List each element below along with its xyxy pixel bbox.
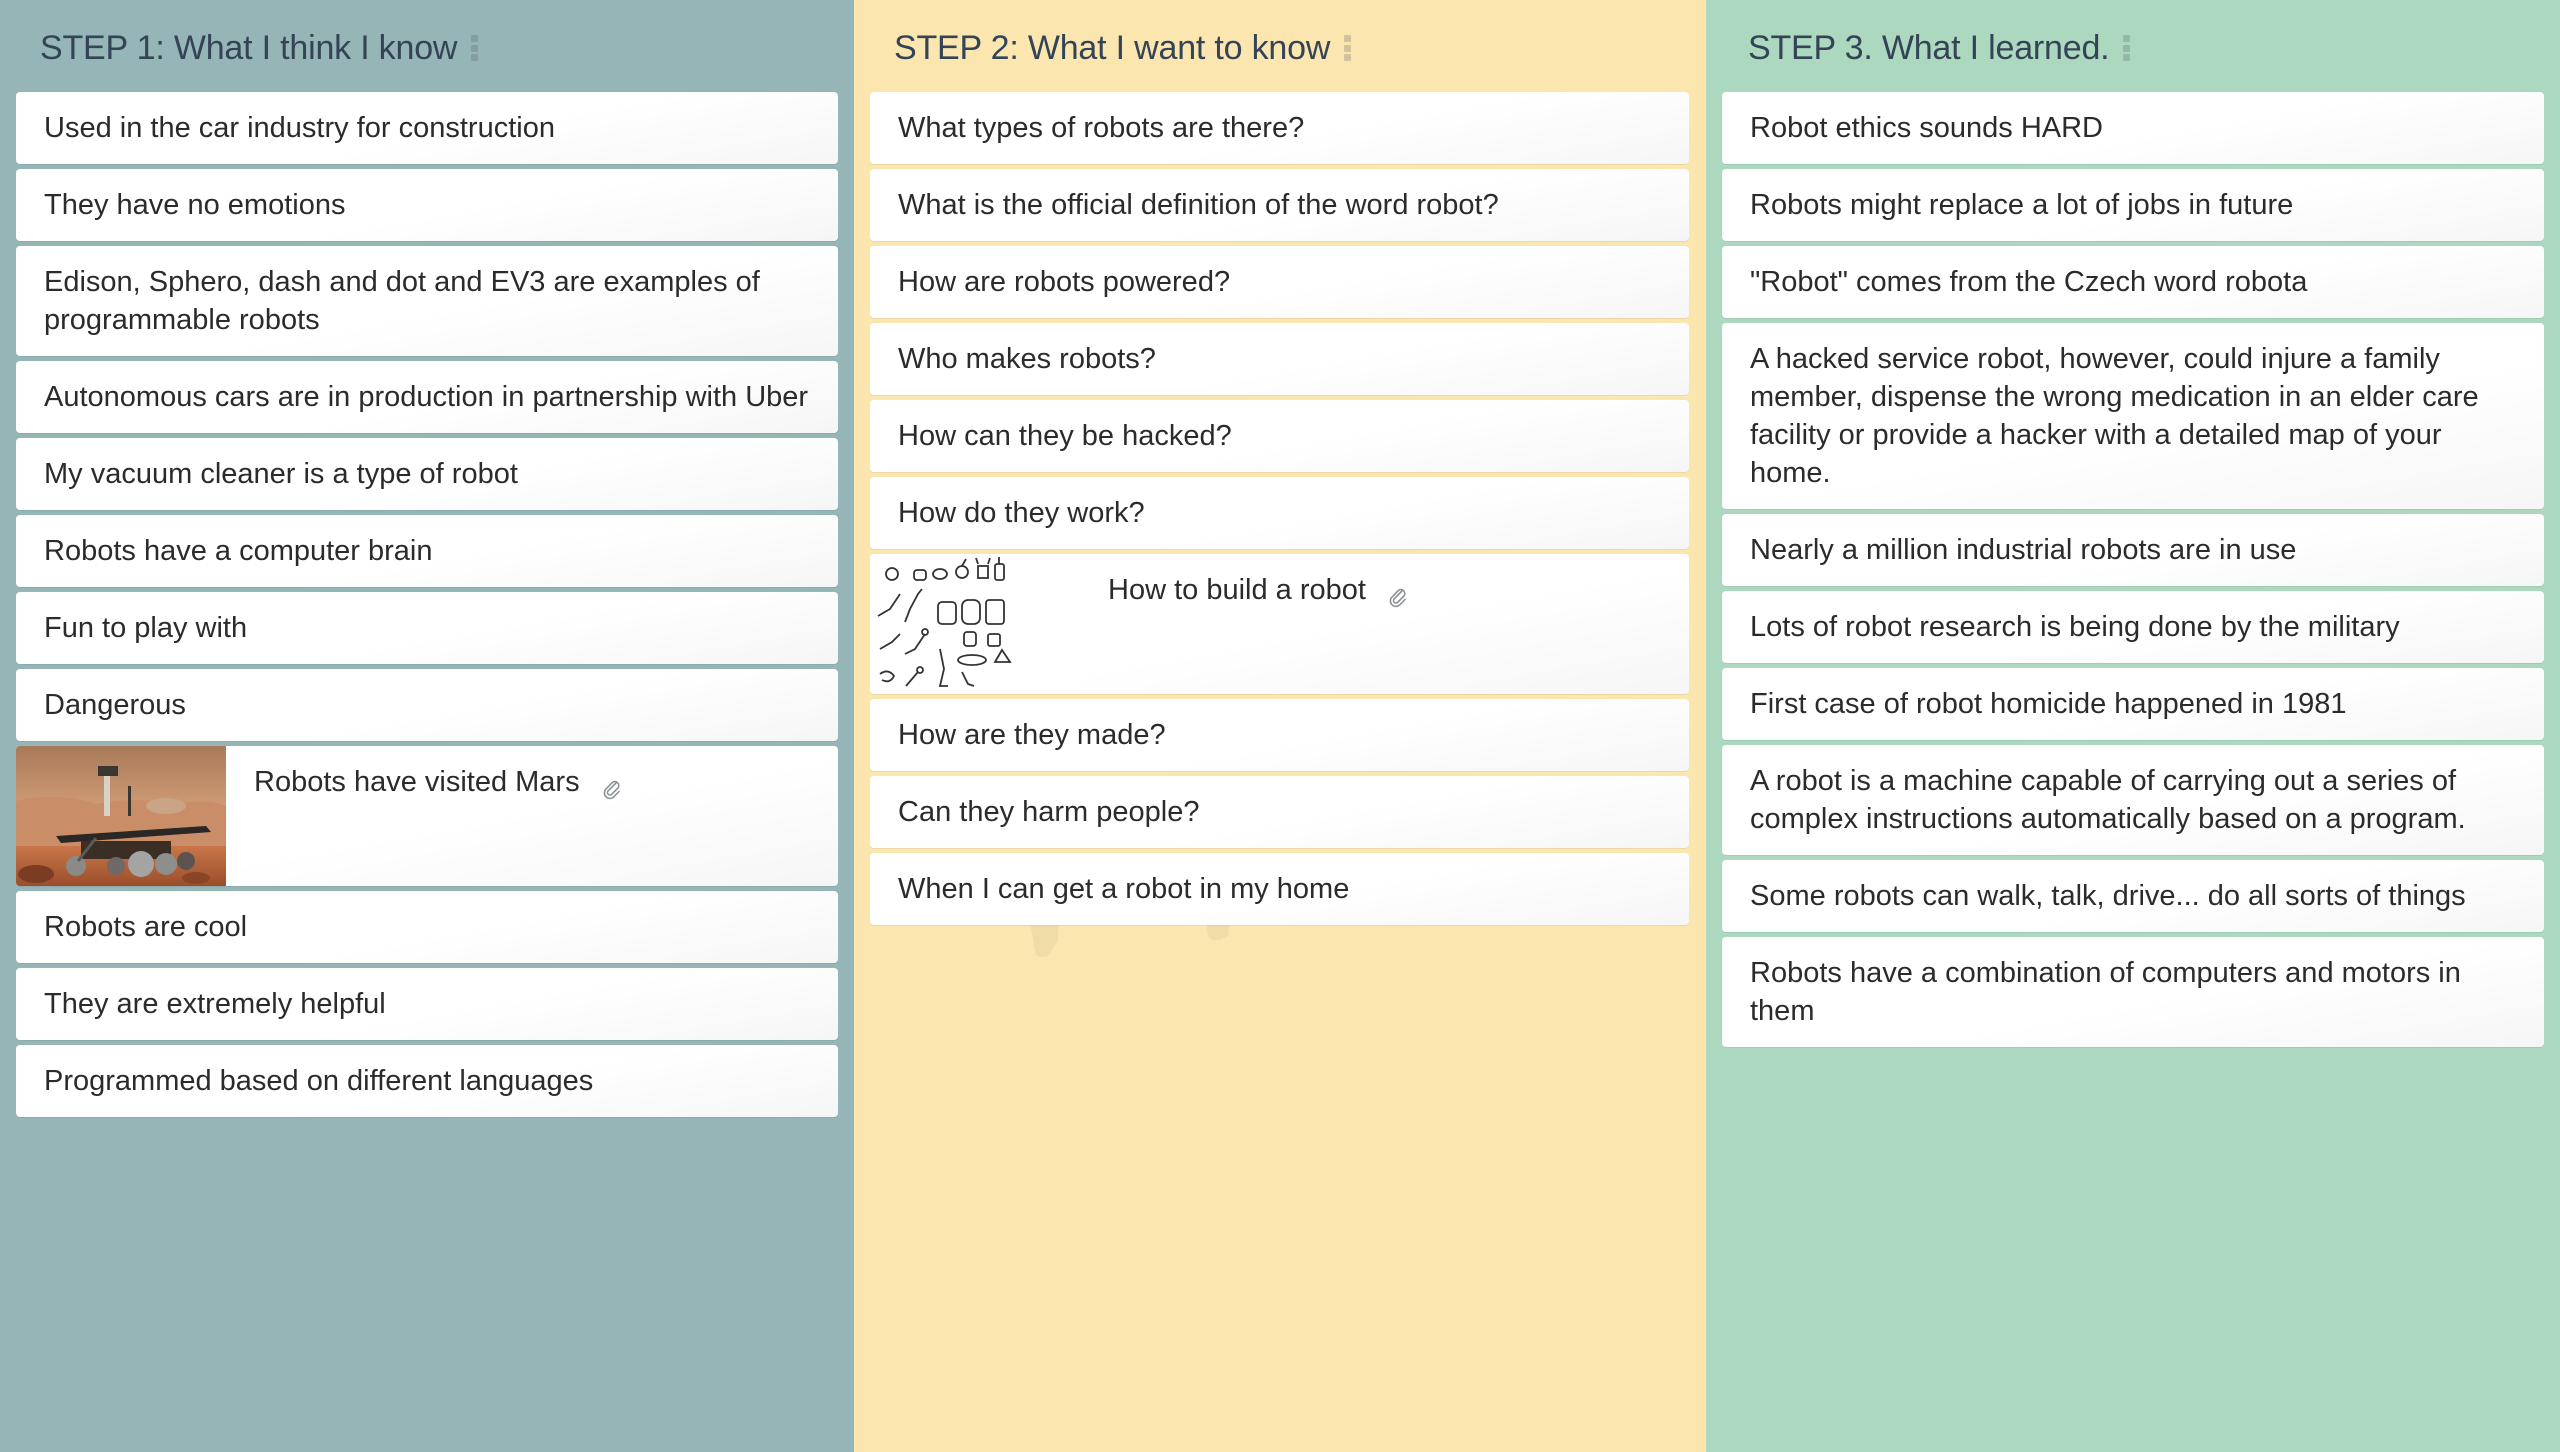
column-title[interactable]: STEP 2: What I want to know [894,29,1330,68]
post-text: What types of robots are there? [898,112,1305,144]
post-card[interactable]: What types of robots are there? [870,92,1689,164]
post-card[interactable]: How do they work? [870,477,1689,549]
post-text: How are robots powered? [898,266,1231,298]
post-text: Dangerous [44,689,186,721]
post-text: What is the official definition of the w… [898,189,1499,221]
column-header: STEP 3. What I learned. [1748,24,2131,72]
post-card[interactable]: Can they harm people? [870,776,1689,848]
post-card[interactable]: They have no emotions [16,169,838,241]
post-card[interactable]: Used in the car industry for constructio… [16,92,838,164]
card-list: Robot ethics sounds HARD Robots might re… [1722,92,2544,1047]
post-text: Robots have a combination of computers a… [1750,957,2461,1027]
post-text: Edison, Sphero, dash and dot and EV3 are… [44,266,760,336]
post-card[interactable]: My vacuum cleaner is a type of robot [16,438,838,510]
post-text: Who makes robots? [898,343,1156,375]
post-card[interactable]: First case of robot homicide happened in… [1722,668,2544,740]
post-card[interactable]: Some robots can walk, talk, drive... do … [1722,860,2544,932]
column-step-3: STEP 3. What I learned. Robot ethics sou… [1706,0,2560,1452]
robot-sketches-thumbnail[interactable] [870,554,1080,694]
post-text: Nearly a million industrial robots are i… [1750,534,2297,566]
post-text: Some robots can walk, talk, drive... do … [1750,880,2466,912]
column-title[interactable]: STEP 1: What I think I know [40,29,457,68]
paperclip-icon[interactable] [1386,581,1410,608]
post-card[interactable]: How can they be hacked? [870,400,1689,472]
column-step-1: STEP 1: What I think I know Used in the … [0,0,854,1452]
post-text: How are they made? [898,719,1166,751]
post-card-with-attachment[interactable]: How to build a robot [870,554,1689,694]
post-text: How to build a robot [1108,574,1366,606]
padlet-board: STEP 1: What I think I know Used in the … [0,0,2560,1452]
post-card[interactable]: A robot is a machine capable of carrying… [1722,745,2544,855]
vertical-dots-icon[interactable] [1344,35,1352,61]
post-card[interactable]: Who makes robots? [870,323,1689,395]
post-text: Fun to play with [44,612,248,644]
post-text: "Robot" comes from the Czech word robota [1750,266,2308,298]
column-header: STEP 1: What I think I know [40,24,479,72]
post-card[interactable]: Fun to play with [16,592,838,664]
post-card[interactable]: How are robots powered? [870,246,1689,318]
post-text: Programmed based on different languages [44,1065,594,1097]
post-text: A hacked service robot, however, could i… [1750,343,2479,489]
post-card[interactable]: Edison, Sphero, dash and dot and EV3 are… [16,246,838,356]
post-text: Can they harm people? [898,796,1200,828]
vertical-dots-icon[interactable] [471,35,479,61]
post-text: How do they work? [898,497,1145,529]
column-header: STEP 2: What I want to know [894,24,1352,72]
post-card[interactable]: How are they made? [870,699,1689,771]
post-card[interactable]: Robots have a computer brain [16,515,838,587]
post-text: Lots of robot research is being done by … [1750,611,2400,643]
post-text: Used in the car industry for constructio… [44,112,555,144]
column-step-2: STEP 2: What I want to know What types o… [854,0,1706,1452]
card-list: Used in the car industry for constructio… [16,92,838,1117]
post-card[interactable]: Dangerous [16,669,838,741]
post-card[interactable]: Robots are cool [16,891,838,963]
post-card[interactable]: Nearly a million industrial robots are i… [1722,514,2544,586]
post-text: Robots have visited Mars [254,766,580,798]
post-text: They are extremely helpful [44,988,386,1020]
post-card[interactable]: Programmed based on different languages [16,1045,838,1117]
post-text: Autonomous cars are in production in par… [44,381,809,413]
post-card[interactable]: Autonomous cars are in production in par… [16,361,838,433]
card-list: What types of robots are there? What is … [870,92,1689,925]
post-card[interactable]: They are extremely helpful [16,968,838,1040]
post-text: Robots have a computer brain [44,535,433,567]
column-title[interactable]: STEP 3. What I learned. [1748,29,2110,68]
post-card-with-attachment[interactable]: Robots have visited Mars [16,746,838,886]
mars-rover-thumbnail[interactable] [16,746,226,886]
post-text: Robot ethics sounds HARD [1750,112,2103,144]
paperclip-icon[interactable] [600,773,624,800]
vertical-dots-icon[interactable] [2123,35,2131,61]
post-card[interactable]: Robot ethics sounds HARD [1722,92,2544,164]
post-text: First case of robot homicide happened in… [1750,688,2347,720]
post-text: My vacuum cleaner is a type of robot [44,458,518,490]
post-card[interactable]: When I can get a robot in my home [870,853,1689,925]
post-text: When I can get a robot in my home [898,873,1350,905]
post-card[interactable]: Lots of robot research is being done by … [1722,591,2544,663]
post-text: A robot is a machine capable of carrying… [1750,765,2466,835]
post-text: Robots might replace a lot of jobs in fu… [1750,189,2294,221]
post-card[interactable]: "Robot" comes from the Czech word robota [1722,246,2544,318]
post-card[interactable]: Robots might replace a lot of jobs in fu… [1722,169,2544,241]
post-text: They have no emotions [44,189,346,221]
post-text: How can they be hacked? [898,420,1232,452]
post-card[interactable]: What is the official definition of the w… [870,169,1689,241]
post-text: Robots are cool [44,911,248,943]
post-card[interactable]: A hacked service robot, however, could i… [1722,323,2544,509]
post-card[interactable]: Robots have a combination of computers a… [1722,937,2544,1047]
